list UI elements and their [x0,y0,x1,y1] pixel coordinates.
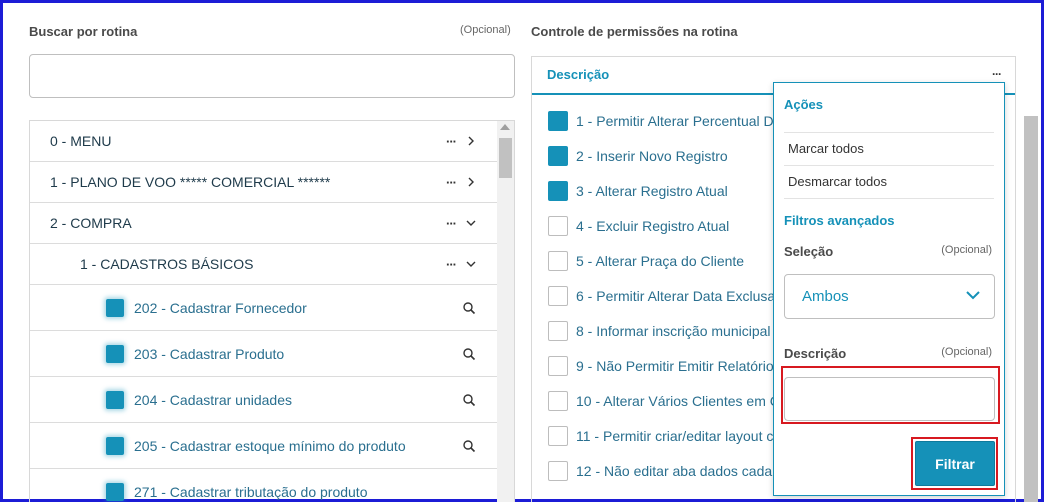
checkbox[interactable] [548,321,568,341]
more-icon[interactable]: ··· [446,216,457,231]
divider [784,165,994,166]
tree-row-label: 1 - PLANO DE VOO ***** COMERCIAL ****** [50,174,331,190]
tree-leaf[interactable]: 203 - Cadastrar Produto [30,331,498,377]
more-icon[interactable]: ··· [446,175,457,190]
tree-row-label: 2 - COMPRA [50,215,132,231]
more-icon[interactable]: ··· [446,134,457,149]
search-input[interactable] [29,54,515,98]
search-icon[interactable] [462,393,476,407]
search-icon[interactable] [462,301,476,315]
scroll-up-icon[interactable] [500,124,510,130]
routine-icon [106,298,124,317]
tree-leaf[interactable]: 271 - Cadastrar tributação do produto [30,469,498,502]
permission-row[interactable]: 2 - Inserir Novo Registro [548,146,728,166]
chevron-down-icon [966,291,980,300]
tree-leaf-label: 203 - Cadastrar Produto [134,345,285,362]
permission-label: 5 - Alterar Praça do Cliente [576,253,745,269]
permission-row[interactable]: 1 - Permitir Alterar Percentual D [548,111,774,131]
permission-label: 12 - Não editar aba dados cada [576,463,773,479]
checkbox[interactable] [548,426,568,446]
chevron-down-icon[interactable] [466,218,476,228]
tree-leaf[interactable]: 202 - Cadastrar Fornecedor [30,285,498,331]
checkbox[interactable] [548,111,568,131]
checkbox[interactable] [548,216,568,236]
chevron-right-icon[interactable] [466,177,476,187]
permission-row[interactable]: 5 - Alterar Praça do Cliente [548,251,744,271]
filter-button[interactable]: Filtrar [915,441,995,486]
permission-row[interactable]: 11 - Permitir criar/editar layout c [548,426,773,446]
chevron-down-icon[interactable] [466,259,476,269]
checkbox[interactable] [548,461,568,481]
search-label: Buscar por rotina [29,24,138,39]
tree-row-label: 1 - CADASTROS BÁSICOS [80,256,254,272]
selection-value: Ambos [802,288,849,305]
selection-select[interactable]: Ambos [784,274,995,319]
permission-label: 10 - Alterar Vários Clientes em C [576,393,780,409]
description-label: Descrição [784,346,847,361]
actions-popover: Ações Marcar todos Desmarcar todos Filtr… [773,82,1005,496]
tree-leaf-label: 202 - Cadastrar Fornecedor [134,299,307,316]
tree-scrollbar-thumb[interactable] [499,138,512,178]
permission-label: 1 - Permitir Alterar Percentual D [576,113,774,129]
checkbox[interactable] [548,251,568,271]
tree-row-plano-de-voo[interactable]: 1 - PLANO DE VOO ***** COMERCIAL ****** … [30,162,498,203]
search-optional: (Opcional) [460,24,511,36]
tree-row-menu[interactable]: 0 - MENU ··· [30,121,498,162]
permission-row[interactable]: 3 - Alterar Registro Atual [548,181,728,201]
permissions-scrollbar-thumb[interactable] [1024,116,1038,502]
tree-leaf-label: 204 - Cadastrar unidades [134,391,292,408]
selection-optional: (Opcional) [941,244,992,256]
description-input[interactable] [784,377,995,421]
permission-label: 4 - Excluir Registro Atual [576,218,730,234]
permission-label: 8 - Informar inscrição municipal [576,323,771,339]
routine-icon [106,390,124,409]
permission-row[interactable]: 4 - Excluir Registro Atual [548,216,729,236]
description-optional: (Opcional) [941,346,992,358]
tree-leaf[interactable]: 205 - Cadastrar estoque mínimo do produt… [30,423,498,469]
checkbox[interactable] [548,391,568,411]
permission-label: 9 - Não Permitir Emitir Relatório [576,358,774,374]
select-all-action[interactable]: Marcar todos [788,141,864,156]
routine-icon [106,436,124,455]
permission-row[interactable]: 12 - Não editar aba dados cada [548,461,772,481]
permission-label: 2 - Inserir Novo Registro [576,148,728,164]
routine-icon [106,344,124,363]
tree-row-cadastros-basicos[interactable]: 1 - CADASTROS BÁSICOS ··· [30,244,498,285]
selection-label: Seleção [784,244,834,259]
more-icon[interactable]: ··· [992,67,1002,81]
tree-leaf-label: 205 - Cadastrar estoque mínimo do produt… [134,437,406,454]
checkbox[interactable] [548,181,568,201]
permission-label: 3 - Alterar Registro Atual [576,183,728,199]
more-icon[interactable]: ··· [446,257,457,272]
permission-label: 11 - Permitir criar/editar layout c [576,428,774,444]
deselect-all-action[interactable]: Desmarcar todos [788,174,887,189]
permission-row[interactable]: 6 - Permitir Alterar Data Exclusa [548,286,775,306]
description-column-header[interactable]: Descrição [547,67,609,82]
permission-row[interactable]: 9 - Não Permitir Emitir Relatório [548,356,774,376]
checkbox[interactable] [548,146,568,166]
search-icon[interactable] [462,439,476,453]
tree-row-label: 0 - MENU [50,133,112,149]
actions-title: Ações [784,97,824,112]
permission-label: 6 - Permitir Alterar Data Exclusa [576,288,776,304]
permissions-label: Controle de permissões na rotina [531,24,738,39]
divider [784,132,994,133]
tree-leaf-label: 271 - Cadastrar tributação do produto [134,483,368,500]
tree-row-compra[interactable]: 2 - COMPRA ··· [30,203,498,244]
permission-row[interactable]: 8 - Informar inscrição municipal [548,321,771,341]
search-icon[interactable] [462,347,476,361]
checkbox[interactable] [548,286,568,306]
checkbox[interactable] [548,356,568,376]
permission-row[interactable]: 10 - Alterar Vários Clientes em C [548,391,780,411]
chevron-right-icon[interactable] [466,136,476,146]
tree-leaf[interactable]: 204 - Cadastrar unidades [30,377,498,423]
routine-tree: 0 - MENU ··· 1 - PLANO DE VOO ***** COME… [29,120,515,502]
advanced-filters-title: Filtros avançados [784,213,895,228]
divider [784,198,994,199]
tree-scrollbar[interactable] [497,121,514,502]
routine-icon [106,482,124,501]
